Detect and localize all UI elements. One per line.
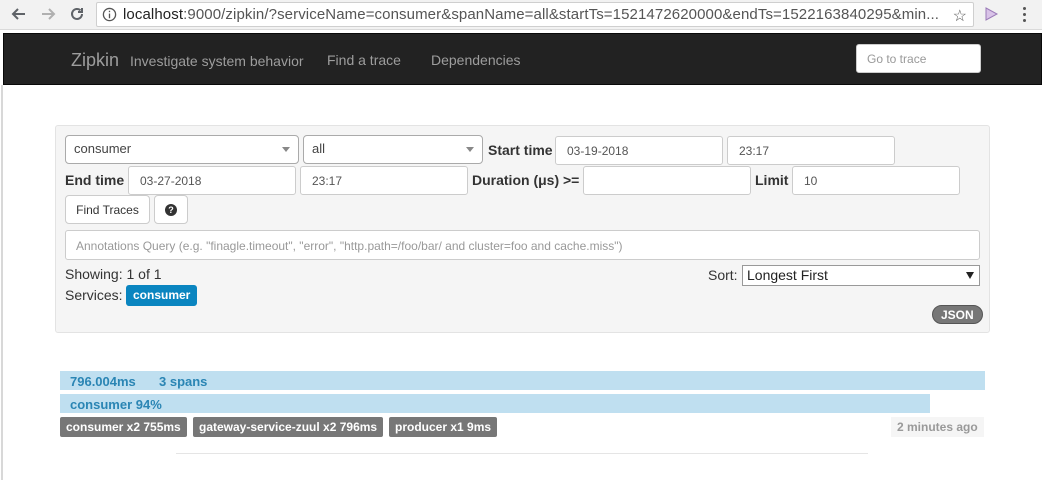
trace-span-count: 3 spans: [159, 374, 208, 389]
trace-timestamp: 2 minutes ago: [891, 417, 984, 437]
address-bar[interactable]: localhost:9000/zipkin/?serviceName=consu…: [96, 2, 974, 27]
showing-count: Showing: 1 of 1: [65, 266, 162, 282]
chevron-down-icon: [282, 147, 290, 152]
end-time-label: End time: [65, 172, 125, 188]
span-select[interactable]: all: [303, 135, 483, 164]
goto-trace-input[interactable]: Go to trace: [856, 44, 981, 73]
end-date-input[interactable]: 03-27-2018: [128, 166, 296, 195]
service-filter-badge[interactable]: consumer: [126, 285, 198, 306]
service-select-value: consumer: [74, 141, 132, 156]
services-label: Services:: [65, 287, 123, 303]
duration-label: Duration (μs) >=: [472, 172, 580, 188]
json-button[interactable]: JSON: [932, 305, 983, 324]
reload-icon[interactable]: [66, 3, 88, 25]
url-text: localhost:9000/zipkin/?serviceName=consu…: [123, 6, 940, 23]
trace-duration: 796.004ms: [70, 374, 136, 389]
service-span-badge: gateway-service-zuul x2 796ms: [193, 417, 384, 437]
start-date-input[interactable]: 03-19-2018: [555, 136, 723, 165]
sort-label: Sort:: [708, 267, 738, 283]
brand-logo[interactable]: Zipkin: [71, 50, 119, 71]
top-navbar: Zipkin Investigate system behavior Find …: [3, 33, 1042, 85]
trace-service-bar[interactable]: consumer 94%: [60, 394, 930, 413]
start-clock-input[interactable]: 23:17: [727, 136, 895, 165]
result-divider: [176, 453, 868, 454]
search-panel: consumer all Start time 03-19-2018 23:17…: [55, 125, 990, 333]
bookmark-star-icon[interactable]: ☆: [953, 6, 967, 26]
start-time-label: Start time: [488, 142, 553, 158]
span-select-value: all: [312, 141, 326, 156]
info-icon[interactable]: [102, 7, 117, 22]
help-button[interactable]: ?: [154, 195, 188, 224]
find-traces-button[interactable]: Find Traces: [65, 195, 150, 224]
end-clock-input[interactable]: 23:17: [300, 166, 468, 195]
service-span-badge: producer x1 9ms: [389, 417, 498, 437]
limit-label: Limit: [755, 172, 789, 188]
trace-service-percentage: consumer 94%: [70, 397, 162, 412]
sort-select-value: Longest First: [747, 267, 828, 283]
back-icon[interactable]: [8, 3, 30, 25]
nav-find-trace[interactable]: Find a trace: [327, 52, 401, 68]
annotations-query-input[interactable]: Annotations Query (e.g. "finagle.timeout…: [65, 230, 980, 260]
trace-summary-bar[interactable]: 796.004ms 3 spans: [60, 371, 985, 390]
sort-select[interactable]: Longest First: [742, 265, 980, 286]
service-select[interactable]: consumer: [65, 135, 299, 164]
limit-input[interactable]: 10: [792, 166, 960, 195]
service-span-badge: consumer x2 755ms: [60, 417, 187, 437]
chevron-down-icon: [966, 272, 974, 279]
extension-icon[interactable]: [983, 6, 999, 22]
nav-dependencies[interactable]: Dependencies: [431, 52, 521, 68]
question-icon: ?: [165, 203, 177, 216]
page-left-border: [1, 85, 3, 480]
forward-icon[interactable]: [37, 3, 59, 25]
chevron-down-icon: [466, 147, 474, 152]
duration-input[interactable]: [583, 166, 751, 195]
brand-tagline: Investigate system behavior: [130, 53, 304, 69]
browser-menu-icon[interactable]: [1018, 4, 1030, 24]
browser-toolbar: localhost:9000/zipkin/?serviceName=consu…: [0, 0, 1042, 30]
